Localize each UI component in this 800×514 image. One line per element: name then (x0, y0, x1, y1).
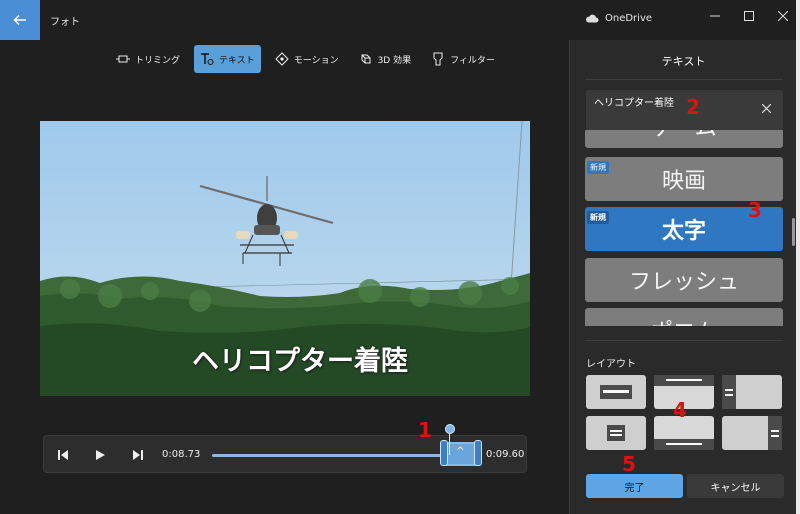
clear-text-button[interactable] (761, 102, 772, 116)
divider (585, 79, 783, 80)
layout-title: レイアウト (586, 359, 636, 370)
panel-title: テキスト (661, 55, 706, 68)
motion-icon (275, 52, 289, 66)
style-fresh[interactable]: フレッシュ (585, 258, 783, 302)
annotation-5: 5 (622, 452, 636, 476)
annotation-4: 4 (673, 398, 687, 422)
trim-icon (116, 52, 130, 66)
back-arrow-icon (13, 15, 26, 25)
text-field[interactable] (586, 90, 783, 130)
tab-3d-effects[interactable]: 3D 効果 (353, 45, 418, 73)
range-end-handle[interactable] (474, 440, 482, 466)
text-panel: テキスト ゲーム 新規 映画 新規 太字 フレッシュ ポエム レイアウト (569, 40, 796, 514)
tab-motion-label: モーション (293, 55, 339, 66)
style-list-scrollbar[interactable] (792, 218, 795, 246)
divider (585, 340, 783, 341)
playback-bar: 0:08.73 ^ 0:09.60 (43, 435, 527, 473)
text-input[interactable] (594, 96, 754, 107)
style-game[interactable]: ゲーム (585, 130, 783, 148)
play-icon (96, 450, 105, 460)
tab-filter-label: フィルター (450, 55, 495, 66)
video-text-overlay: ヘリコプター着陸 (192, 346, 408, 377)
style-movie-label: 映画 (661, 169, 706, 194)
playhead-line (449, 431, 450, 455)
layout-left[interactable] (722, 375, 782, 409)
edit-toolbar: トリミング テキスト モーション 3D 効果 フィルター (110, 45, 501, 73)
tab-filter[interactable]: フィルター (425, 45, 501, 73)
close-window-button[interactable] (766, 0, 800, 32)
previous-frame-icon (58, 450, 68, 460)
video-preview[interactable]: ヘリコプター着陸 (40, 121, 530, 396)
style-game-label: ゲーム (651, 130, 716, 142)
3d-effects-icon (359, 52, 373, 66)
caret-up-icon: ^ (456, 446, 465, 457)
style-fresh-label: フレッシュ (628, 270, 739, 295)
maximize-button[interactable] (732, 0, 766, 32)
minimize-icon (710, 15, 720, 17)
play-button[interactable] (90, 445, 110, 465)
tab-trim-label: トリミング (135, 55, 181, 66)
back-button[interactable] (0, 0, 40, 40)
tab-3d-effects-label: 3D 効果 (377, 55, 412, 66)
tab-motion[interactable]: モーション (269, 45, 345, 73)
close-icon (778, 11, 788, 21)
style-bold-label: 太字 (661, 219, 706, 244)
new-badge: 新規 (587, 211, 609, 224)
text-style-list: ゲーム 新規 映画 新規 太字 フレッシュ ポエム (585, 130, 785, 326)
annotation-3: 3 (748, 198, 762, 222)
filter-icon (431, 52, 445, 66)
annotation-2: 2 (686, 95, 700, 119)
onedrive-status[interactable]: OneDrive (585, 13, 652, 24)
tab-text-label: テキスト (219, 55, 255, 66)
next-frame-icon (133, 450, 143, 460)
style-movie[interactable]: 新規 映画 (585, 157, 783, 201)
layout-center-small[interactable] (586, 416, 646, 450)
tab-text[interactable]: テキスト (194, 45, 261, 73)
end-time: 0:09.60 (486, 449, 525, 460)
style-poem[interactable]: ポエム (585, 308, 783, 326)
text-icon (200, 52, 214, 66)
range-start-handle[interactable] (440, 440, 448, 466)
cloud-icon (586, 14, 599, 23)
tab-trim[interactable]: トリミング (110, 45, 186, 73)
next-frame-button[interactable] (128, 445, 148, 465)
new-badge: 新規 (587, 161, 609, 174)
onedrive-label: OneDrive (605, 13, 653, 24)
window-edge (796, 0, 800, 514)
done-button[interactable]: 完了 (586, 474, 683, 498)
cancel-button[interactable]: キャンセル (687, 474, 784, 498)
annotation-1: 1 (418, 418, 432, 442)
minimize-button[interactable] (698, 0, 732, 32)
window-controls (698, 0, 800, 32)
playhead[interactable] (445, 424, 455, 434)
app-title: フォト (50, 17, 80, 28)
layout-right[interactable] (722, 416, 782, 450)
maximize-icon (744, 11, 754, 21)
layout-center-large[interactable] (586, 375, 646, 409)
style-poem-label: ポエム (651, 314, 717, 326)
previous-frame-button[interactable] (53, 445, 73, 465)
start-time: 0:08.73 (162, 449, 201, 460)
close-icon (761, 103, 772, 114)
timeline-track[interactable] (212, 454, 444, 457)
